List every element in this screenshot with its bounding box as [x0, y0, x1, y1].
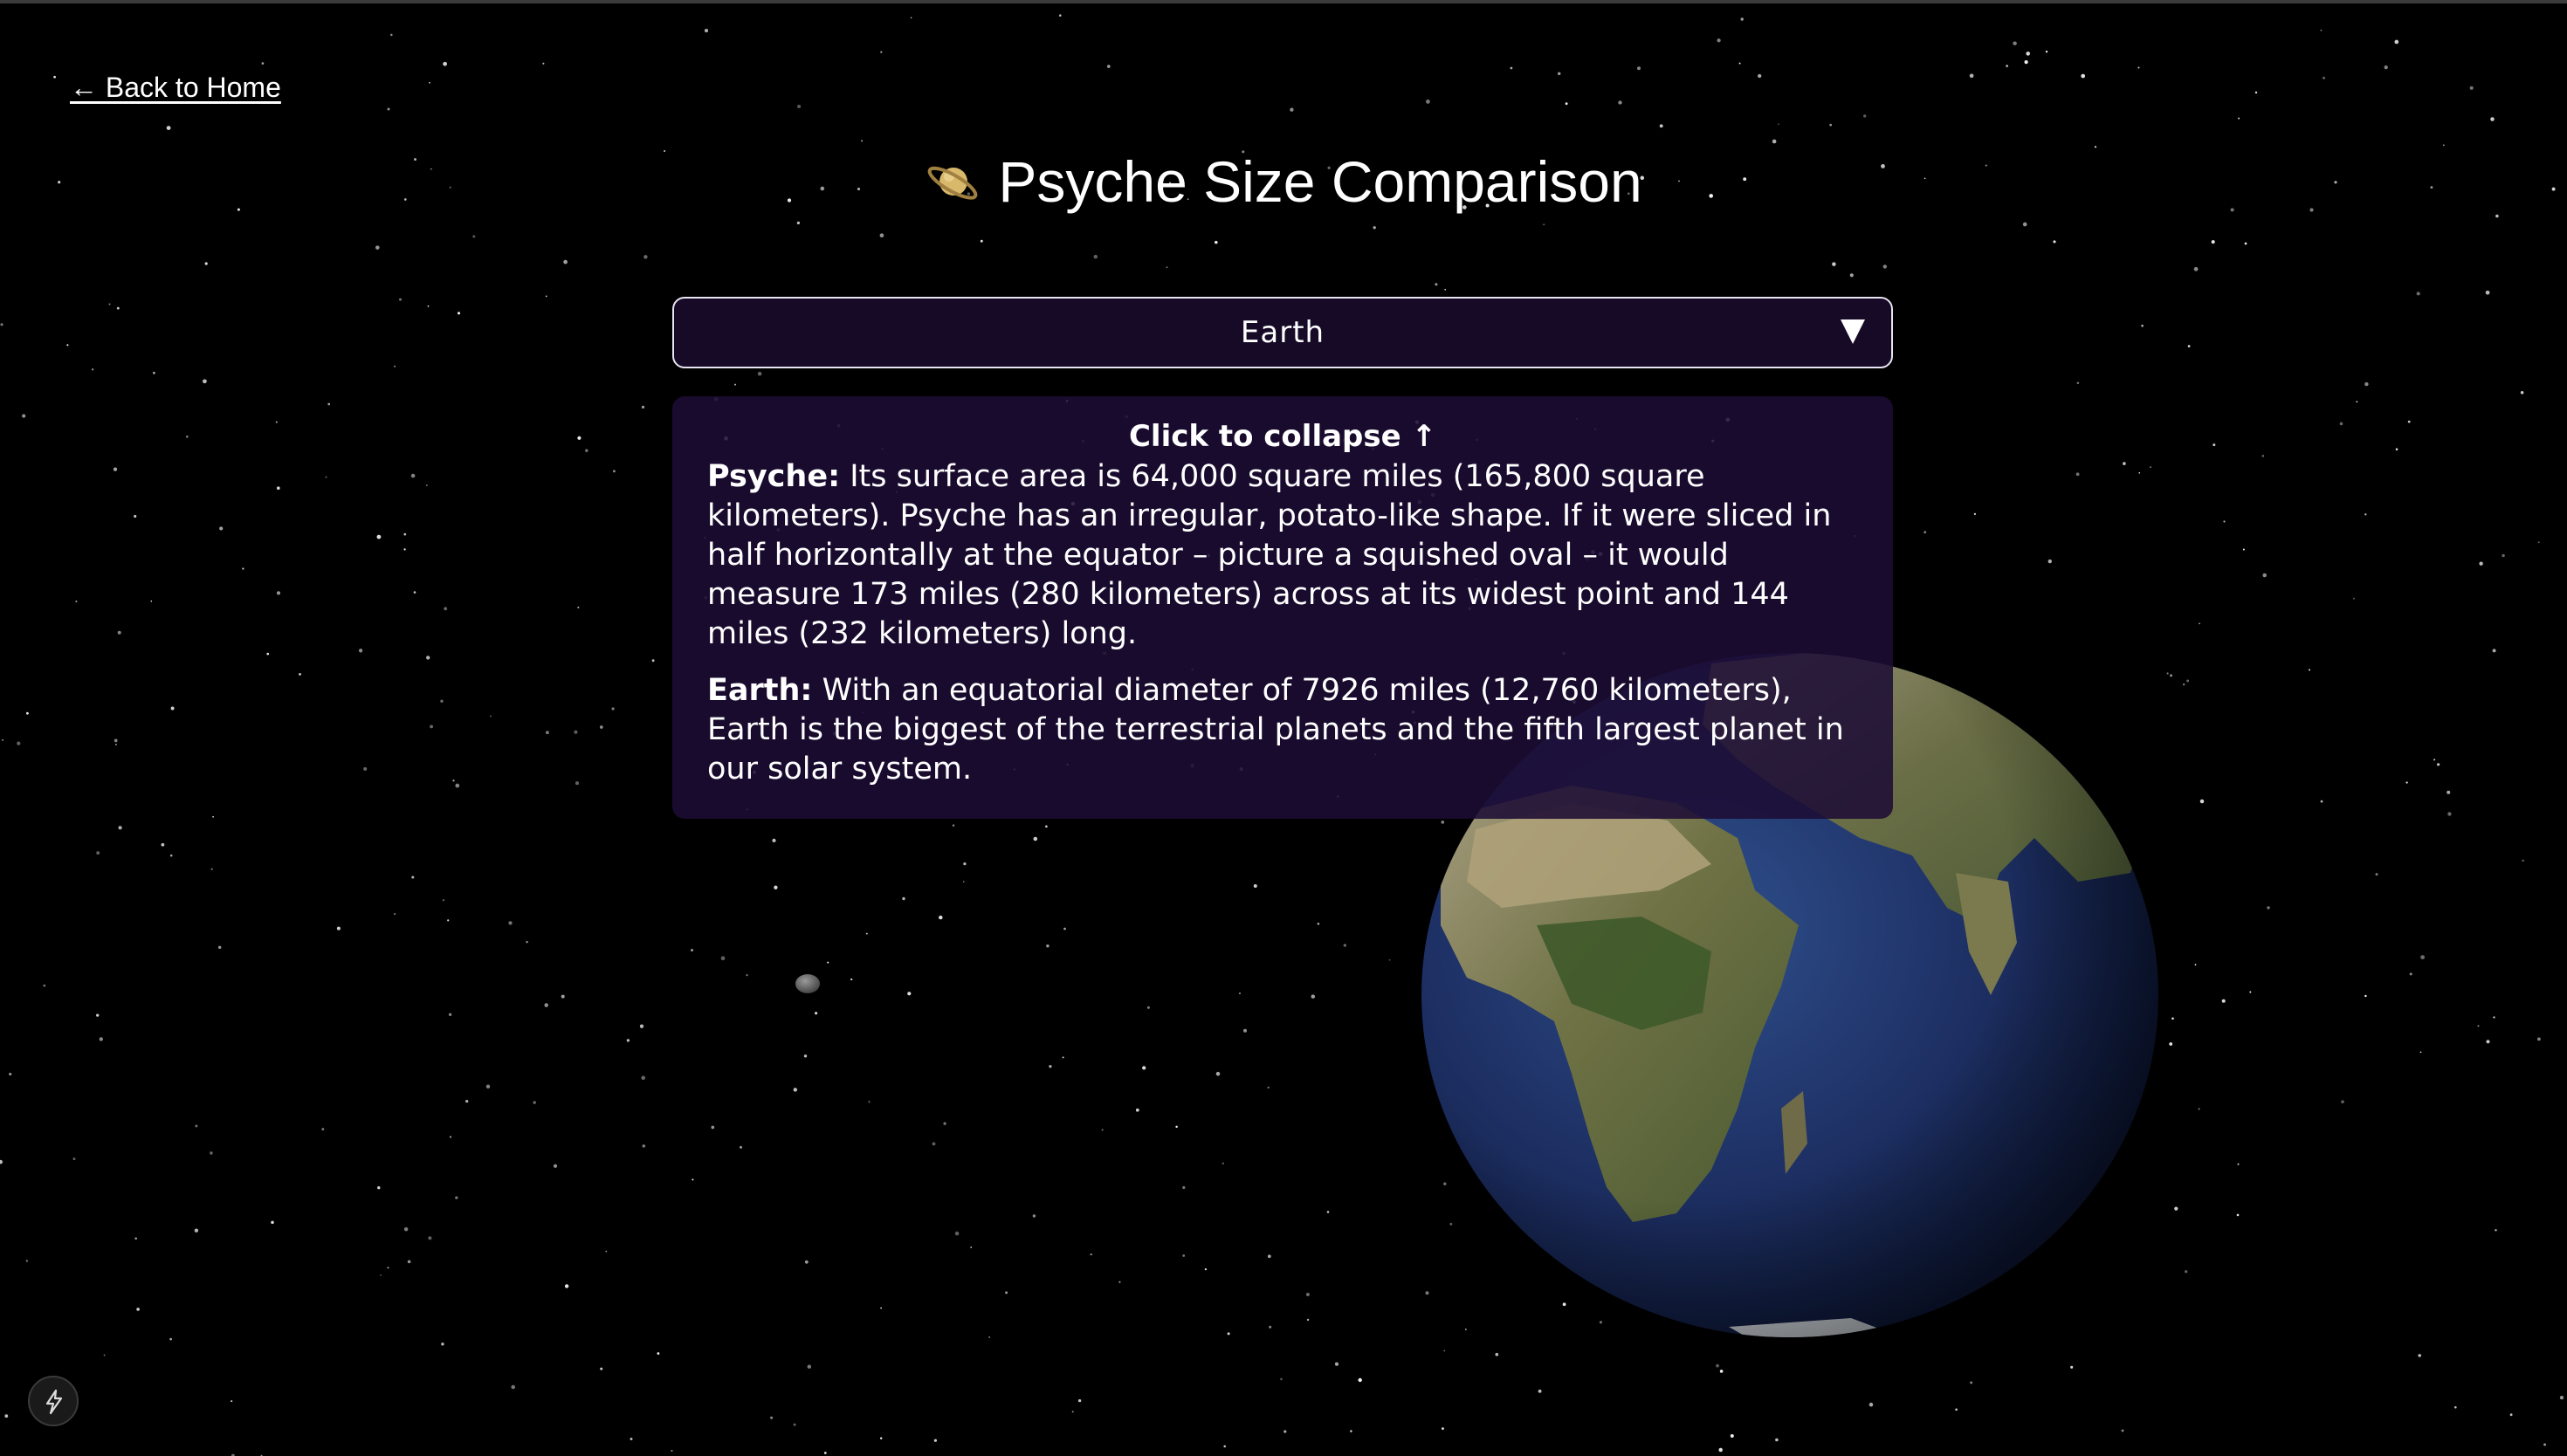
back-to-home-link[interactable]: ← Back to Home — [70, 72, 281, 104]
lightning-bolt-icon — [45, 1389, 63, 1415]
psyche-label: Psyche: — [707, 459, 841, 494]
earth-label: Earth: — [707, 673, 813, 708]
comparison-object-select[interactable]: Earth — [672, 297, 1893, 368]
collapse-button[interactable]: Click to collapse ↑ — [707, 419, 1858, 454]
page-title: Psyche Size Comparison — [0, 148, 2567, 216]
selected-object-value: Earth — [1240, 315, 1325, 350]
psyche-text: Its surface area is 64,000 square miles … — [707, 459, 1832, 651]
psyche-asteroid — [795, 974, 820, 993]
earth-text: With an equatorial diameter of 7926 mile… — [707, 673, 1844, 786]
page-title-text: Psyche Size Comparison — [998, 149, 1642, 214]
psyche-description: Psyche: Its surface area is 64,000 squar… — [707, 457, 1858, 654]
lightning-bolt-button[interactable] — [28, 1376, 79, 1426]
info-panel: Click to collapse ↑ Psyche: Its surface … — [672, 396, 1893, 819]
triangle-down-icon — [1841, 319, 1865, 344]
ringed-planet-icon — [927, 166, 978, 200]
earth-description: Earth: With an equatorial diameter of 79… — [707, 671, 1858, 789]
